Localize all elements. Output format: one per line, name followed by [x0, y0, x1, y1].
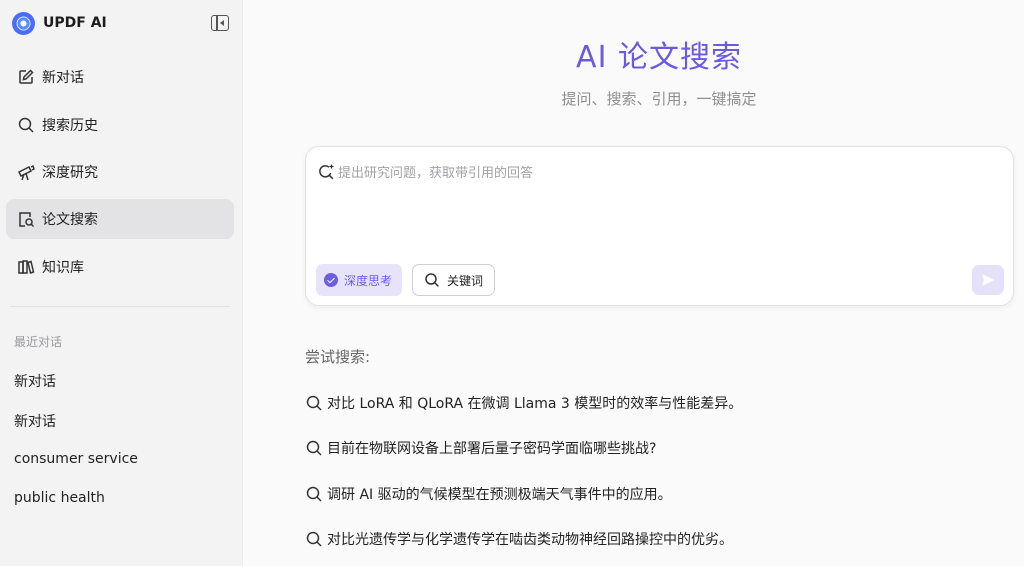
search-icon	[305, 439, 323, 457]
collapse-sidebar-icon[interactable]	[211, 15, 229, 31]
suggestion-text: 调研 AI 驱动的气候模型在预测极端天气事件中的应用。	[327, 487, 672, 503]
page-subtitle: 提问、搜索、引用，一键搞定	[561, 90, 757, 108]
ai-search-icon	[317, 163, 335, 181]
search-icon	[424, 272, 440, 288]
recent-title: 最近对话	[14, 335, 63, 349]
recent-item[interactable]: 新对话	[14, 371, 56, 391]
recent-item[interactable]: public health	[14, 490, 105, 506]
suggestion-text: 对比光遗传学与化学遗传学在啮齿类动物神经回路操控中的优劣。	[327, 532, 733, 548]
search-box: 深度思考 关键词	[305, 146, 1014, 306]
sidebar: UPDF AI 新对话 搜索历史 深度研究 论文搜索 知识库 最近对话 新对话 …	[0, 0, 243, 566]
send-button[interactable]	[972, 265, 1004, 295]
nav-item-new-chat[interactable]: 新对话	[6, 57, 234, 97]
nav-item-knowledge-base[interactable]: 知识库	[6, 247, 234, 287]
recent-item[interactable]: 新对话	[14, 411, 56, 431]
keyword-label: 关键词	[447, 273, 484, 288]
nav-label: 知识库	[42, 260, 84, 276]
suggestion-item[interactable]: 对比光遗传学与化学遗传学在啮齿类动物神经回路操控中的优劣。	[305, 529, 733, 549]
suggestion-text: 对比 LoRA 和 QLoRA 在微调 Llama 3 模型时的效率与性能差异。	[327, 396, 743, 412]
nav-item-deep-research[interactable]: 深度研究	[6, 152, 234, 192]
nav-item-paper-search[interactable]: 论文搜索	[6, 199, 234, 239]
sidebar-divider	[10, 306, 230, 307]
try-search-title: 尝试搜索:	[305, 348, 371, 366]
nav-label: 论文搜索	[42, 212, 98, 228]
search-icon	[305, 394, 323, 412]
nav-label: 深度研究	[42, 165, 98, 181]
brand-name: UPDF AI	[43, 15, 107, 31]
nav-item-search-history[interactable]: 搜索历史	[6, 105, 234, 145]
page-title: AI 论文搜索	[576, 40, 742, 75]
nav-label: 新对话	[42, 70, 84, 86]
send-icon	[980, 272, 996, 288]
brand[interactable]: UPDF AI	[12, 11, 107, 35]
recent-item[interactable]: consumer service	[14, 451, 138, 467]
check-circle-icon	[324, 273, 338, 287]
new-chat-icon	[17, 68, 35, 86]
search-input[interactable]	[338, 163, 978, 183]
suggestion-item[interactable]: 目前在物联网设备上部署后量子密码学面临哪些挑战?	[305, 438, 656, 458]
nav-label: 搜索历史	[42, 118, 98, 134]
keyword-button[interactable]: 关键词	[412, 264, 495, 296]
search-icon	[305, 530, 323, 548]
main-panel: AI 论文搜索 提问、搜索、引用，一键搞定 深度思考 关键词 尝试搜索: 对比 …	[244, 0, 1024, 566]
suggestion-item[interactable]: 调研 AI 驱动的气候模型在预测极端天气事件中的应用。	[305, 484, 672, 504]
deep-think-label: 深度思考	[344, 273, 393, 288]
search-icon	[305, 485, 323, 503]
search-icon	[17, 116, 35, 134]
books-icon	[17, 258, 35, 276]
paper-search-icon	[17, 210, 35, 228]
suggestion-item[interactable]: 对比 LoRA 和 QLoRA 在微调 Llama 3 模型时的效率与性能差异。	[305, 393, 742, 413]
updf-logo-icon	[12, 11, 35, 35]
deep-think-toggle[interactable]: 深度思考	[316, 264, 402, 296]
telescope-icon	[17, 163, 35, 181]
suggestion-text: 目前在物联网设备上部署后量子密码学面临哪些挑战?	[327, 441, 657, 457]
